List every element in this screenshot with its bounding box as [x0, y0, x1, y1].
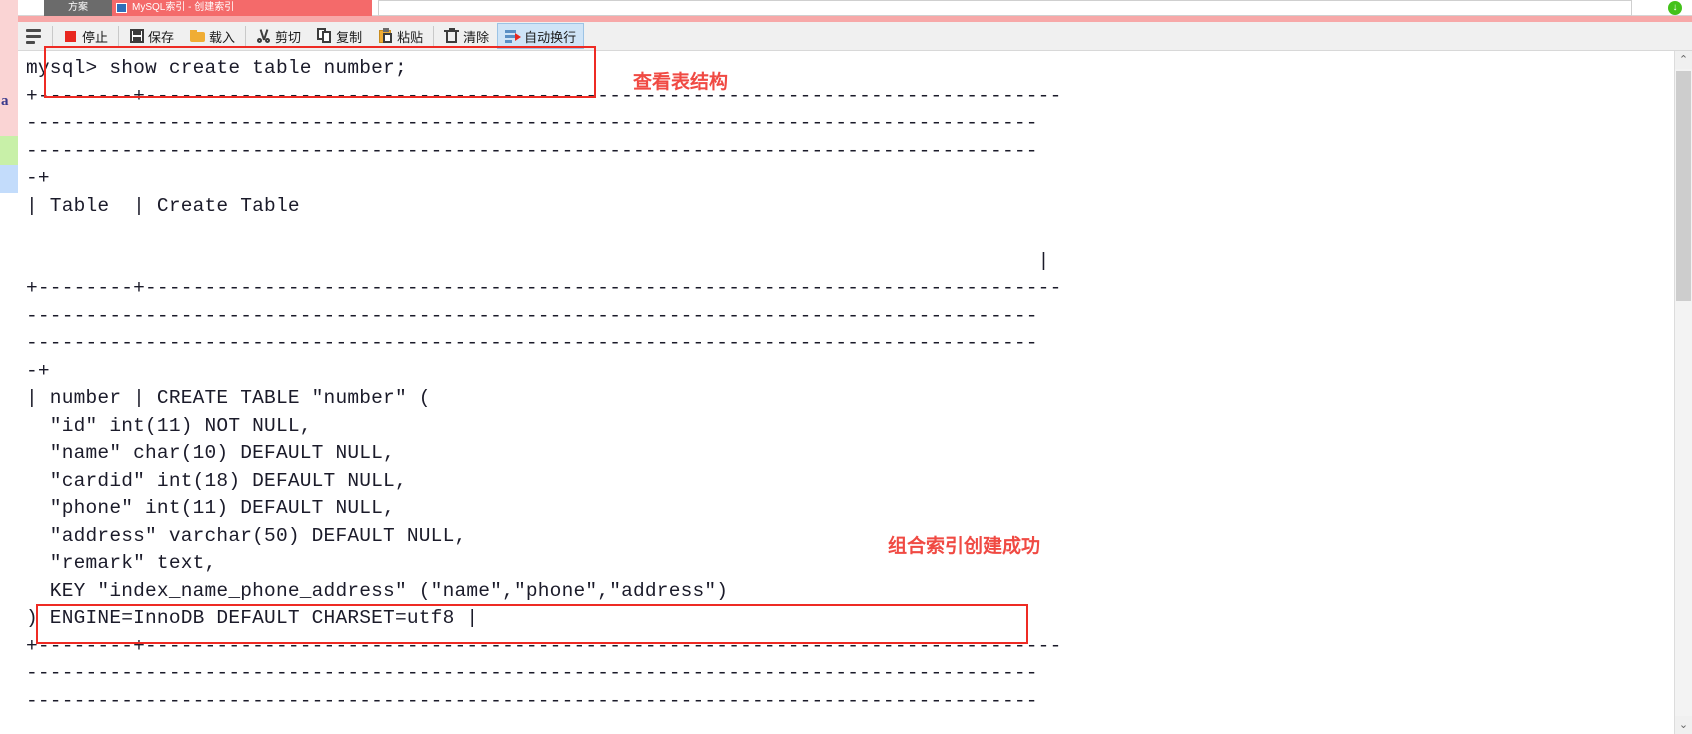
- terminal-line: "cardid" int(18) DEFAULT NULL,: [26, 469, 407, 492]
- clear-button[interactable]: 清除: [436, 23, 497, 49]
- cut-button[interactable]: 剪切: [248, 23, 309, 49]
- load-button-label: 载入: [209, 29, 236, 45]
- terminal-line: "phone" int(11) DEFAULT NULL,: [26, 497, 395, 519]
- terminal-line: |: [26, 249, 1050, 272]
- scroll-up-arrow-icon[interactable]: ⌃: [1675, 51, 1692, 69]
- scrollbar-thumb[interactable]: [1676, 71, 1691, 301]
- browser-tab-active[interactable]: MySQL索引 - 创建索引: [112, 0, 372, 16]
- browser-tab-inactive[interactable]: 方案: [44, 0, 112, 16]
- terminal-line: | number | CREATE TABLE "number" (: [26, 387, 431, 409]
- annotation-label-view-structure: 查看表结构: [633, 71, 729, 93]
- toolbar-separator: [118, 26, 120, 46]
- terminal-scrollbar[interactable]: ⌃ ⌄: [1674, 51, 1692, 734]
- terminal-line: ----------------------------------------…: [26, 662, 1038, 684]
- paste-button[interactable]: 粘贴: [370, 23, 431, 49]
- copy-button[interactable]: 复制: [309, 23, 370, 49]
- save-button-label: 保存: [148, 29, 175, 45]
- copy-icon: [317, 28, 333, 44]
- save-button[interactable]: 保存: [121, 23, 182, 49]
- stop-button-label: 停止: [82, 29, 109, 45]
- browser-tab-active-label: MySQL索引 - 创建索引: [132, 2, 235, 13]
- terminal-line: +--------+------------------------------…: [26, 84, 1062, 107]
- annotation-label-index-created: 组合索引创建成功: [888, 535, 1041, 557]
- address-bar[interactable]: [378, 0, 1632, 16]
- favicon-icon: [116, 3, 127, 13]
- background-block-pink: [0, 0, 18, 136]
- stop-icon: [63, 28, 79, 44]
- folder-icon: [190, 28, 206, 44]
- download-badge-icon[interactable]: ↓: [1668, 1, 1682, 15]
- background-block-white: [0, 193, 18, 734]
- word-wrap-toggle[interactable]: 自动换行: [497, 23, 585, 49]
- terminal-line: ----------------------------------------…: [26, 304, 1038, 327]
- terminal-line: "remark" text,: [26, 552, 217, 574]
- terminal-output[interactable]: mysql> show create table number; +-------…: [18, 51, 1674, 734]
- stop-button[interactable]: 停止: [55, 23, 116, 49]
- scroll-down-arrow-icon[interactable]: ⌄: [1675, 716, 1692, 734]
- terminal-line: -+: [26, 167, 50, 189]
- toolbar-separator: [433, 26, 435, 46]
- terminal-line: "name" char(10) DEFAULT NULL,: [26, 442, 395, 464]
- terminal-line: ) ENGINE=InnoDB DEFAULT CHARSET=utf8 |: [26, 607, 479, 629]
- save-icon: [129, 28, 145, 44]
- hamburger-icon: [26, 28, 42, 44]
- toolbar-separator: [245, 26, 247, 46]
- terminal-line: ----------------------------------------…: [26, 112, 1038, 134]
- menu-button[interactable]: [18, 23, 50, 49]
- browser-chrome: 方案 MySQL索引 - 创建索引 ↓: [18, 0, 1692, 16]
- terminal-line: KEY "index_name_phone_address" ("name","…: [26, 579, 729, 602]
- terminal-line: "id" int(11) NOT NULL,: [26, 414, 312, 437]
- scissors-icon: [256, 28, 272, 44]
- trash-icon: [444, 28, 460, 44]
- clipboard-icon: [378, 28, 394, 44]
- word-wrap-icon: [505, 28, 522, 44]
- word-wrap-toggle-label: 自动换行: [524, 29, 577, 45]
- clear-button-label: 清除: [463, 29, 490, 45]
- cut-button-label: 剪切: [275, 29, 302, 45]
- terminal-line: "address" varchar(50) DEFAULT NULL,: [26, 524, 467, 547]
- terminal-line: mysql> show create table number;: [26, 57, 407, 79]
- terminal-line: +--------+------------------------------…: [26, 634, 1062, 657]
- terminal-line: ----------------------------------------…: [26, 689, 1038, 712]
- load-button[interactable]: 载入: [182, 23, 243, 49]
- terminal-line: ----------------------------------------…: [26, 332, 1038, 354]
- background-block-blue: [0, 165, 18, 193]
- copy-button-label: 复制: [336, 29, 363, 45]
- toolbar-separator: [52, 26, 53, 46]
- terminal-line: -+: [26, 359, 50, 382]
- terminal-line: | Table | Create Table: [26, 194, 300, 217]
- terminal-line: ----------------------------------------…: [26, 139, 1038, 162]
- terminal-line: +--------+------------------------------…: [26, 277, 1062, 299]
- sql-tool-window: 停止 保存 载入 剪切 复制 粘贴 清除 自动换行 mysql> show cr…: [18, 22, 1692, 734]
- app-root: a 方案 MySQL索引 - 创建索引 ↓ 停止 保存 载入 剪切 复制 粘贴 …: [0, 0, 1692, 734]
- background-left-strip: a: [0, 0, 18, 734]
- terminal-panel: mysql> show create table number; +-------…: [18, 50, 1692, 734]
- background-block-green: [0, 136, 18, 165]
- background-text-fragment: a: [1, 93, 9, 109]
- toolbar: 停止 保存 载入 剪切 复制 粘贴 清除 自动换行: [18, 22, 1692, 50]
- paste-button-label: 粘贴: [397, 29, 424, 45]
